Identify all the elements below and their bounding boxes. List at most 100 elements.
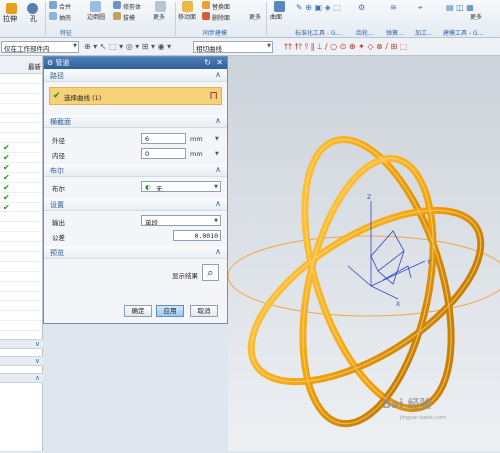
modeling-tools-icons[interactable]: ▤ ◫ ▦ bbox=[446, 3, 474, 12]
navigator-row[interactable] bbox=[0, 311, 42, 322]
pipe-model[interactable]: Z Y X bbox=[227, 56, 500, 451]
chevron-down-icon[interactable]: ∨ bbox=[35, 357, 40, 365]
chevron-up-icon[interactable]: ∧ bbox=[215, 247, 221, 256]
delete-face-button[interactable]: 删除面 bbox=[212, 13, 230, 22]
navigator-row[interactable] bbox=[0, 282, 42, 292]
navigator-row[interactable] bbox=[0, 262, 42, 272]
output-select[interactable]: 单段 ▼ bbox=[141, 215, 221, 226]
machining-tools-icon[interactable]: ⌖ bbox=[418, 3, 423, 13]
section-settings[interactable]: 设置 ∧ bbox=[44, 198, 227, 211]
navigator-row[interactable] bbox=[0, 222, 42, 233]
chevron-down-icon[interactable]: ▼ bbox=[215, 151, 219, 157]
section-preview[interactable]: 预览 ∧ bbox=[44, 246, 227, 259]
navigator-row[interactable] bbox=[0, 252, 42, 262]
section-path-label: 路径 bbox=[50, 72, 64, 80]
inner-diameter-input[interactable]: 0 bbox=[141, 148, 186, 159]
check-icon: ✔ bbox=[3, 143, 10, 153]
replace-face-button[interactable]: 替换面 bbox=[212, 2, 230, 11]
navigator-row[interactable]: ✔ bbox=[0, 203, 42, 213]
cancel-button[interactable]: 取消 bbox=[190, 305, 218, 317]
chevron-up-icon[interactable]: ∧ bbox=[215, 116, 221, 125]
navigator-row[interactable] bbox=[0, 104, 42, 114]
navigator-row[interactable] bbox=[0, 212, 42, 223]
standard-tools-icons[interactable]: ✎ ⊕ ▣ ◈ ⬚ bbox=[296, 3, 341, 12]
chevron-down-icon[interactable]: ▼ bbox=[214, 184, 218, 190]
extrude-button[interactable]: 拉伸 bbox=[3, 14, 17, 24]
more-icon-1 bbox=[155, 1, 166, 12]
more-button-1[interactable]: 更多 bbox=[153, 12, 165, 21]
navigator-row[interactable]: ✔ bbox=[0, 153, 42, 164]
reset-icon[interactable]: ↻ bbox=[204, 57, 211, 68]
chevron-down-icon[interactable]: ▼ bbox=[215, 136, 219, 142]
curve-rule-select[interactable]: 相切曲线 bbox=[193, 41, 273, 53]
unite-button[interactable]: 合并 bbox=[59, 2, 71, 11]
navigator-row[interactable]: ✔ bbox=[0, 143, 42, 154]
outer-diameter-unit[interactable]: mm bbox=[190, 135, 203, 143]
navigator-row[interactable] bbox=[0, 114, 42, 124]
navigator-row[interactable] bbox=[0, 74, 42, 84]
chevron-down-icon[interactable]: ▼ bbox=[214, 218, 218, 224]
spring-tools-icon[interactable]: ≋ bbox=[390, 3, 397, 12]
inner-diameter-label: 内径 bbox=[52, 152, 65, 160]
selection-icons[interactable]: ⊕ ▾ ↖ ⬚ ▾ ◎ ▾ ⊞ ▾ ◉ ▾ bbox=[84, 42, 171, 52]
navigator-row[interactable] bbox=[0, 272, 42, 282]
surface-button[interactable]: 曲面 bbox=[270, 12, 282, 21]
trim-body-button[interactable]: 修剪体 bbox=[123, 2, 141, 11]
move-face-button[interactable]: 移动面 bbox=[178, 12, 196, 21]
navigator-row[interactable] bbox=[0, 84, 42, 94]
select-curve-row[interactable]: ✔ 选择曲线 (1) ⊓ bbox=[49, 87, 222, 105]
section-cross-section[interactable]: 横截面 ∧ bbox=[44, 115, 227, 128]
navigator-row[interactable] bbox=[0, 94, 42, 104]
more-button-2[interactable]: 更多 bbox=[249, 12, 261, 21]
shell-button[interactable]: 抽壳 bbox=[59, 13, 71, 22]
outer-diameter-input[interactable]: 6 bbox=[141, 133, 186, 144]
gear-tools-icon[interactable]: ⚙ bbox=[358, 3, 365, 12]
section-path[interactable]: 路径 ∧ bbox=[44, 69, 227, 82]
close-icon[interactable]: ✕ bbox=[216, 57, 223, 68]
navigator-row[interactable]: ✔ bbox=[0, 193, 42, 203]
axis-label-x: X bbox=[396, 301, 400, 308]
navigator-row[interactable] bbox=[0, 133, 42, 144]
axis-label-y: Y bbox=[426, 259, 431, 266]
inner-diameter-unit[interactable]: mm bbox=[190, 150, 203, 158]
edge-blend-button[interactable]: 边倒圆 bbox=[87, 12, 105, 21]
navigator-row[interactable] bbox=[0, 321, 42, 332]
navigator-row[interactable] bbox=[0, 292, 42, 302]
boolean-label: 布尔 bbox=[52, 185, 65, 193]
dependencies-panel-bar[interactable]: ∨ bbox=[0, 339, 43, 349]
navigator-row[interactable]: ✔ bbox=[0, 183, 42, 193]
section-boolean[interactable]: 布尔 ∧ bbox=[44, 164, 227, 177]
boolean-select[interactable]: ◐ 无 ▼ bbox=[141, 181, 221, 192]
chevron-up-icon[interactable]: ∧ bbox=[215, 70, 221, 79]
axis-label-z: Z bbox=[367, 194, 371, 201]
tolerance-input[interactable]: 0.0010 bbox=[173, 230, 221, 241]
navigator-row[interactable]: ✔ bbox=[0, 163, 42, 173]
boolean-none-icon: ◐ bbox=[145, 183, 151, 191]
check-icon: ✔ bbox=[3, 172, 10, 182]
ok-button[interactable]: 确定 bbox=[124, 305, 152, 317]
navigator-row[interactable] bbox=[0, 123, 42, 134]
snap-icons[interactable]: †† †⫯ ⫯ ∥ ⟂ ∕ ○ ⊙ ⊕ ✦ ◇ ⊗ ∕ ⊞ ⬚ bbox=[284, 42, 407, 52]
apply-button[interactable]: 应用 bbox=[156, 305, 184, 317]
navigator-row[interactable]: ✔ bbox=[0, 173, 42, 183]
details-panel-bar[interactable]: ∨ bbox=[0, 356, 43, 366]
chevron-up-icon[interactable]: ∧ bbox=[215, 165, 221, 174]
surface-icon bbox=[274, 1, 285, 12]
chevron-up-icon[interactable]: ∧ bbox=[35, 374, 40, 382]
navigator-row[interactable] bbox=[0, 301, 42, 312]
filter-select[interactable]: 仅在工作部件内 bbox=[1, 41, 79, 53]
chevron-up-icon[interactable]: ∧ bbox=[215, 199, 221, 208]
navigator-row[interactable] bbox=[0, 232, 42, 243]
more-button-3[interactable]: 更多 bbox=[470, 12, 482, 21]
group-label-features: 特征 bbox=[60, 30, 73, 37]
draft-button[interactable]: 拔模 bbox=[123, 13, 135, 22]
magnifier-icon[interactable]: ⌕ bbox=[202, 264, 219, 281]
select-curve-label: 选择曲线 (1) bbox=[64, 94, 102, 102]
chevron-down-icon[interactable]: ∨ bbox=[35, 340, 40, 348]
navigator-row[interactable] bbox=[0, 242, 42, 253]
graphics-viewport[interactable]: Z Y X bbox=[227, 56, 500, 451]
hole-button[interactable]: 孔 bbox=[30, 14, 37, 24]
curve-select-icon[interactable]: ⊓ bbox=[209, 89, 218, 102]
preview-panel-bar[interactable]: ∧ bbox=[0, 373, 43, 383]
selection-toolbar: 仅在工作部件内 ⊕ ▾ ↖ ⬚ ▾ ◎ ▾ ⊞ ▾ ◉ ▾ 相切曲线 †† †⫯… bbox=[0, 38, 500, 56]
